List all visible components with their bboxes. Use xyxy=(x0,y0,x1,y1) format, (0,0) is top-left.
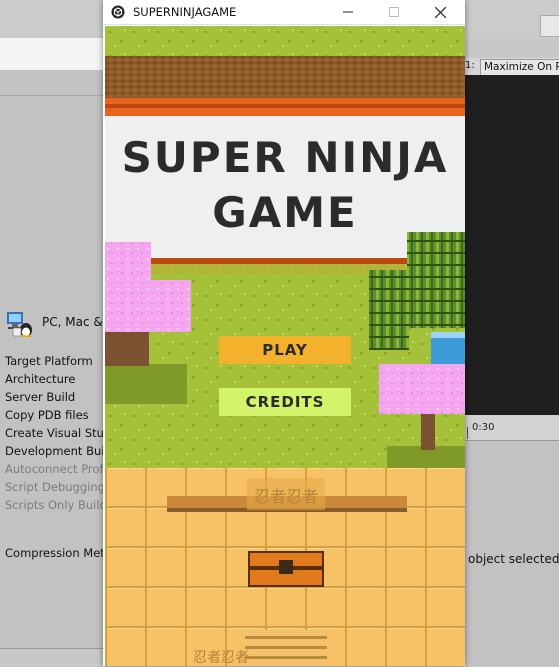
dark-grass-patch xyxy=(105,364,187,404)
timeline-label: 0:30 xyxy=(472,422,495,433)
stair-step xyxy=(245,636,327,639)
close-icon xyxy=(434,6,446,18)
bamboo-cluster xyxy=(407,232,465,328)
game-window: SUPERNINJAGAME 忍者忍者 忍者忍者 SUPER NINJA GAM… xyxy=(103,0,465,666)
window-titlebar[interactable]: SUPERNINJAGAME xyxy=(103,0,465,25)
maximize-button[interactable] xyxy=(371,0,417,24)
sakura-blossom xyxy=(105,242,151,282)
credits-button[interactable]: CREDITS xyxy=(219,388,351,416)
water-highlight xyxy=(431,332,465,338)
play-button[interactable]: PLAY xyxy=(219,336,351,364)
unity-logo-icon xyxy=(111,5,125,19)
maximize-on-play-button[interactable]: Maximize On P xyxy=(480,59,559,76)
setting-copy-pdb: Copy PDB files xyxy=(5,408,89,422)
bamboo-cluster xyxy=(369,270,409,350)
panel-divider xyxy=(0,95,104,96)
game-canvas[interactable]: 忍者忍者 忍者忍者 SUPER NINJA GAME PLAY CREDITS xyxy=(105,26,465,666)
orange-stripe-bottom xyxy=(105,108,465,116)
pc-mac-linux-icon xyxy=(7,312,32,337)
stair-step xyxy=(245,646,327,649)
setting-create-vs: Create Visual Stu xyxy=(5,426,104,440)
aspect-ratio-fragment[interactable]: 1: xyxy=(465,60,475,71)
editor-bottom-bar xyxy=(0,648,104,667)
build-settings-list: Target Platform Architecture Server Buil… xyxy=(5,352,107,514)
editor-input-strip[interactable] xyxy=(0,38,104,71)
sakura-blossom xyxy=(379,364,465,414)
play-button-label: PLAY xyxy=(262,341,308,359)
dirt-band xyxy=(105,56,465,98)
setting-architecture: Architecture xyxy=(5,372,76,386)
sakura-blossom xyxy=(145,282,191,322)
kanji-floor-text: 忍者忍者 xyxy=(254,487,318,506)
setting-server-build: Server Build xyxy=(5,390,76,404)
setting-scripts-only-build: Scripts Only Build xyxy=(5,498,107,512)
editor-corner-button[interactable] xyxy=(540,15,559,37)
minimize-button[interactable] xyxy=(325,0,371,24)
top-grass xyxy=(105,26,465,56)
maximize-icon xyxy=(389,7,399,17)
platform-label: PC, Mac & xyxy=(42,315,103,329)
timeline-tick xyxy=(467,427,468,439)
credits-button-label: CREDITS xyxy=(245,393,325,411)
game-title-line2: GAME xyxy=(212,188,358,237)
editor-game-view xyxy=(465,75,559,415)
chest-lock-icon xyxy=(279,560,293,574)
orange-stripe-top xyxy=(105,98,465,104)
setting-target-platform: Target Platform xyxy=(5,354,93,368)
setting-compression-method: Compression Met xyxy=(5,546,105,560)
window-title: SUPERNINJAGAME xyxy=(133,5,237,19)
setting-development-build: Development Bui xyxy=(5,444,105,458)
close-button[interactable] xyxy=(417,0,463,24)
setting-script-debugging: Script Debugging xyxy=(5,480,105,494)
kanji-bottom-text: 忍者忍者 xyxy=(193,650,249,666)
orange-stripe-mid xyxy=(105,104,465,108)
minimize-icon xyxy=(343,11,353,13)
stair-step xyxy=(245,656,327,659)
inspector-status-text: object selected. xyxy=(468,552,559,566)
platform-row-pc[interactable]: PC, Mac & xyxy=(4,308,104,337)
game-title: SUPER NINJA GAME xyxy=(105,132,465,242)
setting-autoconnect-profiler: Autoconnect Prof xyxy=(5,462,104,476)
game-title-line1: SUPER NINJA xyxy=(121,133,449,182)
shadow-strip xyxy=(145,264,405,274)
